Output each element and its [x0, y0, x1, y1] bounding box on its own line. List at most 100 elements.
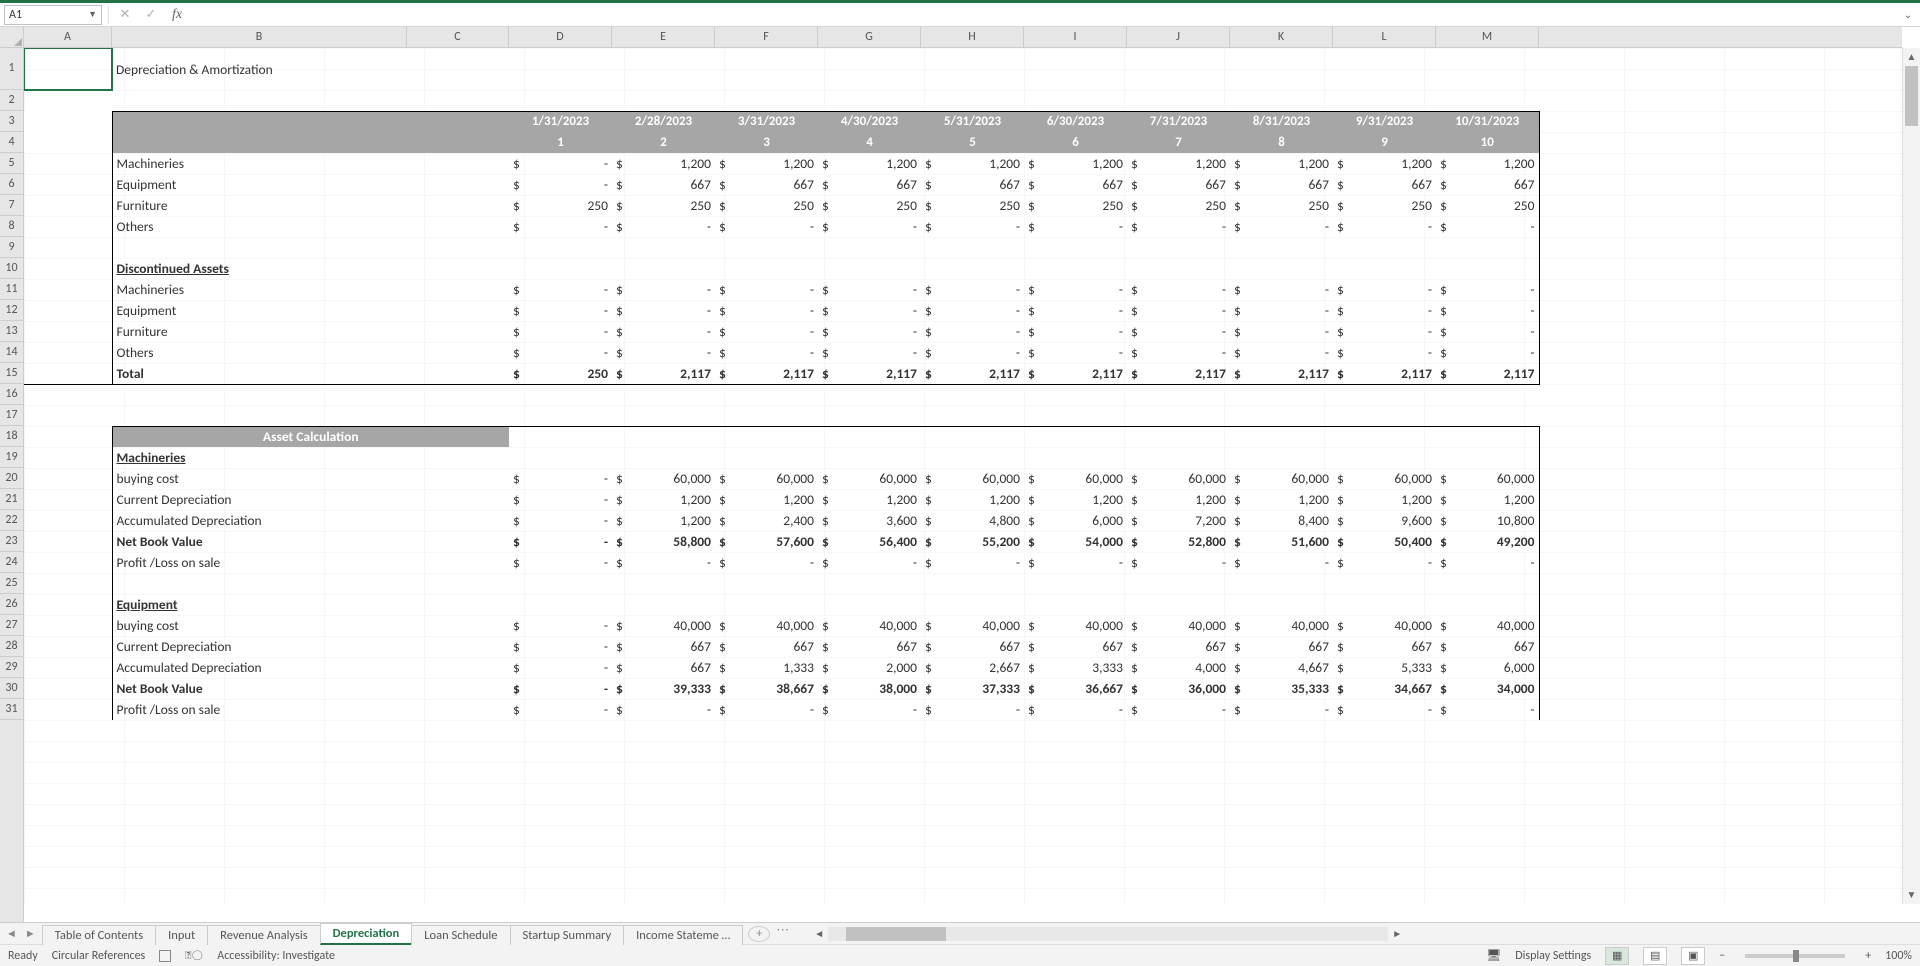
data-cell[interactable]: $1,200	[612, 153, 715, 174]
data-cell[interactable]: $-	[715, 216, 818, 237]
data-cell[interactable]: $36,667	[1024, 678, 1127, 699]
scroll-up-icon[interactable]: ▲	[1903, 48, 1920, 66]
data-cell[interactable]: $60,000	[1024, 468, 1127, 489]
macro-record-icon[interactable]	[159, 950, 171, 962]
data-cell[interactable]: $250	[612, 195, 715, 216]
data-cell[interactable]: $1,200	[1333, 153, 1436, 174]
data-cell[interactable]: $2,117	[1333, 363, 1436, 384]
data-cell[interactable]: $5,333	[1333, 657, 1436, 678]
data-cell[interactable]: $-	[818, 300, 921, 321]
data-cell[interactable]: $6,000	[1436, 657, 1539, 678]
data-cell[interactable]: $-	[921, 699, 1024, 720]
col-header-I[interactable]: I	[1024, 27, 1127, 47]
cell-A1[interactable]	[24, 48, 112, 90]
data-cell[interactable]: $-	[1230, 216, 1333, 237]
data-cell[interactable]: $667	[1333, 636, 1436, 657]
data-cell[interactable]: $2,000	[818, 657, 921, 678]
row-header-1[interactable]: 1	[0, 48, 23, 90]
data-cell[interactable]: $-	[1436, 321, 1539, 342]
data-cell[interactable]: $10,800	[1436, 510, 1539, 531]
data-cell[interactable]: $2,400	[715, 510, 818, 531]
col-header-G[interactable]: G	[818, 27, 921, 47]
data-cell[interactable]: $36,000	[1127, 678, 1230, 699]
data-cell[interactable]: $-	[1333, 699, 1436, 720]
data-cell[interactable]: $250	[715, 195, 818, 216]
data-cell[interactable]: $40,000	[1024, 615, 1127, 636]
data-cell[interactable]: $2,117	[1230, 363, 1333, 384]
data-cell[interactable]: $-	[509, 510, 612, 531]
data-cell[interactable]: $60,000	[1436, 468, 1539, 489]
data-cell[interactable]: $60,000	[921, 468, 1024, 489]
data-cell[interactable]: $-	[612, 552, 715, 573]
scroll-down-icon[interactable]: ▼	[1903, 886, 1920, 904]
data-cell[interactable]: $250	[1436, 195, 1539, 216]
data-cell[interactable]: $667	[715, 174, 818, 195]
row-header-11[interactable]: 11	[0, 279, 23, 300]
data-cell[interactable]: $40,000	[612, 615, 715, 636]
data-cell[interactable]: $2,117	[1127, 363, 1230, 384]
row-header-7[interactable]: 7	[0, 195, 23, 216]
data-cell[interactable]: $667	[1127, 636, 1230, 657]
row-header-14[interactable]: 14	[0, 342, 23, 363]
vertical-scrollbar[interactable]: ▲ ▼	[1902, 48, 1920, 904]
data-cell[interactable]: $667	[818, 636, 921, 657]
data-cell[interactable]: $60,000	[818, 468, 921, 489]
row-header-15[interactable]: 15	[0, 363, 23, 384]
hscroll-thumb[interactable]	[846, 927, 946, 941]
data-cell[interactable]: $667	[1024, 636, 1127, 657]
select-all-corner[interactable]	[0, 27, 24, 48]
data-cell[interactable]: $667	[612, 174, 715, 195]
data-cell[interactable]: $-	[1436, 552, 1539, 573]
data-cell[interactable]: $-	[509, 699, 612, 720]
data-cell[interactable]: $39,333	[612, 678, 715, 699]
chevron-down-icon[interactable]: ▼	[88, 9, 97, 20]
data-cell[interactable]: $56,400	[818, 531, 921, 552]
data-cell[interactable]: $-	[509, 300, 612, 321]
col-header-B[interactable]: B	[112, 27, 407, 47]
data-cell[interactable]: $-	[612, 699, 715, 720]
data-cell[interactable]: $-	[509, 531, 612, 552]
data-cell[interactable]: $34,667	[1333, 678, 1436, 699]
data-cell[interactable]: $667	[1024, 174, 1127, 195]
data-cell[interactable]: $55,200	[921, 531, 1024, 552]
display-settings-icon[interactable]: 🖥	[1486, 948, 1501, 963]
data-cell[interactable]: $60,000	[1127, 468, 1230, 489]
row-header-10[interactable]: 10	[0, 258, 23, 279]
data-cell[interactable]: $40,000	[1436, 615, 1539, 636]
formula-input[interactable]	[193, 5, 1894, 25]
sheet-tab[interactable]: Startup Summary	[510, 925, 625, 945]
data-cell[interactable]: $-	[1024, 300, 1127, 321]
data-cell[interactable]: $-	[1436, 699, 1539, 720]
data-cell[interactable]: $250	[818, 195, 921, 216]
data-cell[interactable]: $-	[715, 300, 818, 321]
data-cell[interactable]: $-	[1230, 321, 1333, 342]
enter-icon[interactable]: ✓	[141, 7, 161, 22]
data-cell[interactable]: $-	[715, 321, 818, 342]
data-cell[interactable]: $9,600	[1333, 510, 1436, 531]
data-cell[interactable]: $-	[1230, 342, 1333, 363]
data-cell[interactable]: $667	[715, 636, 818, 657]
column-headers[interactable]: ABCDEFGHIJKLM	[24, 27, 1902, 48]
data-cell[interactable]: $60,000	[715, 468, 818, 489]
col-header-J[interactable]: J	[1127, 27, 1230, 47]
data-cell[interactable]: $3,600	[818, 510, 921, 531]
data-cell[interactable]: $4,667	[1230, 657, 1333, 678]
data-cell[interactable]: $1,200	[1127, 489, 1230, 510]
sheet-tab[interactable]: Income Stateme …	[623, 925, 743, 945]
data-cell[interactable]: $-	[1436, 342, 1539, 363]
data-cell[interactable]: $-	[612, 279, 715, 300]
data-cell[interactable]: $1,200	[715, 489, 818, 510]
sheet-tab[interactable]: Loan Schedule	[411, 925, 510, 945]
data-cell[interactable]: $2,667	[921, 657, 1024, 678]
name-box[interactable]: A1 ▼	[4, 5, 102, 25]
data-cell[interactable]: $667	[818, 174, 921, 195]
data-cell[interactable]: $1,200	[818, 489, 921, 510]
data-cell[interactable]: $35,333	[1230, 678, 1333, 699]
accessibility-icon[interactable]: ✓⃝	[185, 949, 203, 963]
row-header-5[interactable]: 5	[0, 153, 23, 174]
data-cell[interactable]: $-	[509, 153, 612, 174]
data-cell[interactable]: $1,200	[818, 153, 921, 174]
data-cell[interactable]: $1,200	[921, 153, 1024, 174]
data-cell[interactable]: $38,667	[715, 678, 818, 699]
data-cell[interactable]: $667	[1436, 174, 1539, 195]
